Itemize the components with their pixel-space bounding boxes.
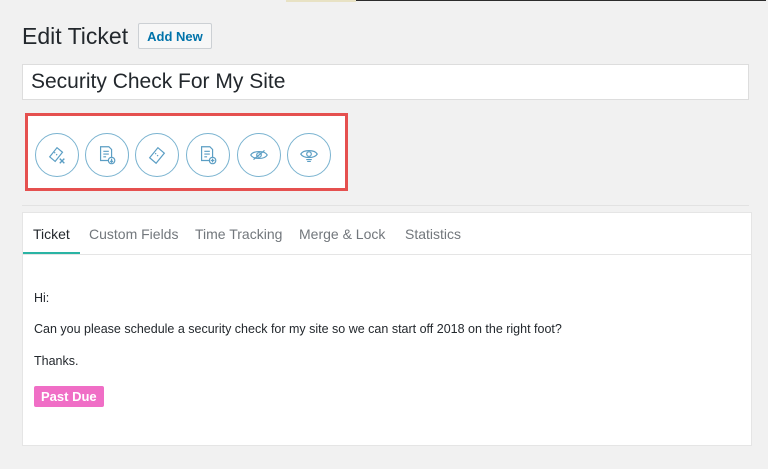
eye-unwatch-icon [300, 150, 318, 163]
page-title: Edit Ticket [22, 22, 129, 49]
add-document-button[interactable] [186, 133, 230, 177]
section-divider [22, 205, 749, 206]
ticket-button[interactable] [135, 133, 179, 177]
watch-ticket-button[interactable] [237, 133, 281, 177]
status-badge: Past Due [34, 386, 104, 407]
message-closing: Thanks. [34, 354, 79, 368]
ticket-tabs: Ticket Custom Fields Time Tracking Merge… [23, 213, 751, 255]
tab-time-tracking[interactable]: Time Tracking [195, 213, 282, 254]
tab-custom-fields[interactable]: Custom Fields [89, 213, 178, 254]
ticket-close-icon [48, 146, 65, 164]
message-body: Can you please schedule a security check… [34, 322, 562, 336]
ticket-actions-toolbar [25, 113, 348, 191]
title-row: Edit Ticket Add New [22, 20, 212, 52]
tab-ticket[interactable]: Ticket [23, 213, 80, 254]
close-ticket-button[interactable] [35, 133, 79, 177]
tab-merge-lock[interactable]: Merge & Lock [299, 213, 385, 254]
top-strip [286, 0, 356, 2]
export-ticket-button[interactable] [85, 133, 129, 177]
ticket-panel: Ticket Custom Fields Time Tracking Merge… [22, 212, 752, 446]
ticket-icon [148, 146, 166, 165]
add-new-button[interactable]: Add New [138, 23, 212, 49]
ticket-title-input[interactable]: Security Check For My Site [22, 64, 749, 100]
tab-statistics[interactable]: Statistics [405, 213, 461, 254]
unwatch-ticket-button[interactable] [287, 133, 331, 177]
top-strip-dark [356, 0, 766, 1]
eye-watch-icon [250, 149, 268, 161]
document-add-icon [200, 146, 217, 165]
message-greeting: Hi: [34, 291, 50, 305]
document-download-icon [99, 146, 116, 165]
